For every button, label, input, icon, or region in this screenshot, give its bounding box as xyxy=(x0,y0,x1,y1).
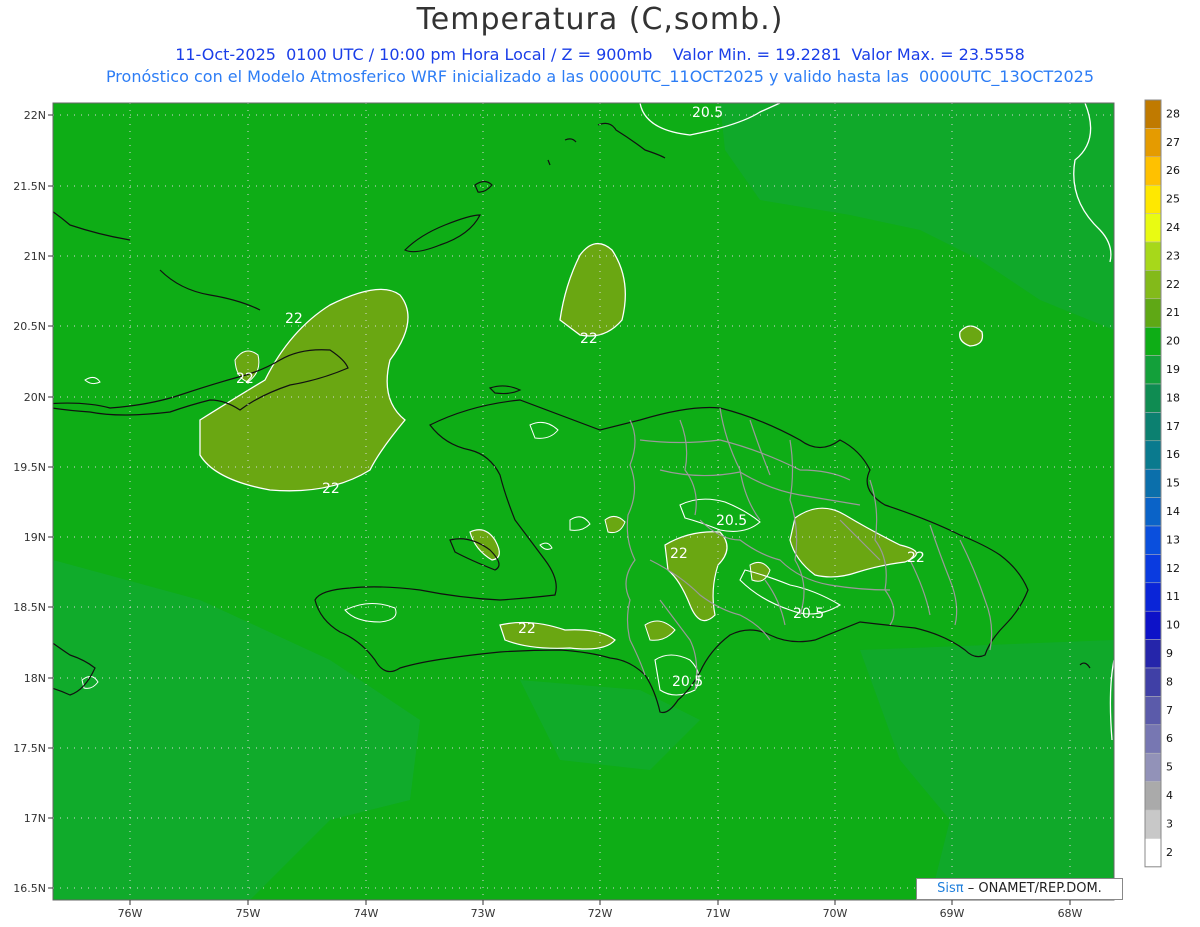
contour-label: 22 xyxy=(518,621,536,637)
latitude-axis: 22N 21.5N 21N 20.5N 20N 19.5N 19N 18.5N … xyxy=(13,109,53,895)
colorbar-label: 19 xyxy=(1166,363,1180,376)
lon-tick-label: 69W xyxy=(940,907,965,920)
colorbar-swatch xyxy=(1144,241,1162,271)
colorbar-swatch xyxy=(1144,213,1162,243)
colorbar-swatch xyxy=(1144,440,1162,470)
colorbar-swatch xyxy=(1144,99,1162,129)
lon-tick-label: 76W xyxy=(118,907,143,920)
colorbar-label: 3 xyxy=(1166,817,1173,830)
colorbar-swatch xyxy=(1144,696,1162,726)
colorbar-swatch xyxy=(1144,383,1162,413)
colorbar-swatch xyxy=(1144,412,1162,442)
lat-tick-label: 21.5N xyxy=(13,180,46,193)
lon-tick-label: 75W xyxy=(236,907,261,920)
contour-label: 22 xyxy=(285,311,303,327)
colorbar-label: 20 xyxy=(1166,335,1180,348)
colorbar-swatch xyxy=(1144,355,1162,385)
lon-tick-label: 70W xyxy=(823,907,848,920)
lon-tick-label: 74W xyxy=(354,907,379,920)
colorbar-swatch xyxy=(1144,128,1162,158)
colorbar-swatch xyxy=(1144,497,1162,527)
colorbar-swatch xyxy=(1144,270,1162,300)
temperature-map: 20.5 22 22 22 22 20.5 22 22 20.5 22 20.5… xyxy=(13,99,1180,920)
colorbar-label: 21 xyxy=(1166,306,1180,319)
colorbar-label: 15 xyxy=(1166,477,1180,490)
contour-label: 20.5 xyxy=(672,674,703,690)
temperature-field: 20.5 22 22 22 22 20.5 22 22 20.5 22 20.5 xyxy=(53,103,1114,900)
contour-label: 22 xyxy=(322,481,340,497)
lat-tick-label: 20.5N xyxy=(13,320,46,333)
lon-tick-label: 71W xyxy=(706,907,731,920)
colorbar-label: 24 xyxy=(1166,221,1180,234)
colorbar-swatch xyxy=(1144,468,1162,498)
colorbar-swatch xyxy=(1144,554,1162,584)
colorbar-swatch xyxy=(1144,156,1162,186)
colorbar-label: 16 xyxy=(1166,448,1180,461)
colorbar-swatch xyxy=(1144,610,1162,640)
contour-label: 20.5 xyxy=(793,606,824,622)
colorbar-swatch xyxy=(1144,667,1162,697)
longitude-axis: 76W 75W 74W 73W 72W 71W 70W 69W 68W xyxy=(118,900,1083,920)
lat-tick-label: 21N xyxy=(24,250,46,263)
lat-tick-label: 17.5N xyxy=(13,742,46,755)
contour-label: 22 xyxy=(670,546,688,562)
contour-label: 20.5 xyxy=(716,513,747,529)
credit-box: Sisπ – ONAMET/REP.DOM. xyxy=(916,878,1123,900)
lat-tick-label: 16.5N xyxy=(13,882,46,895)
colorbar-legend: 2827262524232221201918171615141312111098… xyxy=(1144,99,1180,868)
colorbar-swatch xyxy=(1144,298,1162,328)
lat-tick-label: 20N xyxy=(24,391,46,404)
colorbar-label: 4 xyxy=(1166,789,1173,802)
colorbar-swatch xyxy=(1144,326,1162,356)
contour-label: 22 xyxy=(580,331,598,347)
lon-tick-label: 73W xyxy=(471,907,496,920)
lat-tick-label: 19N xyxy=(24,531,46,544)
lon-tick-label: 68W xyxy=(1058,907,1083,920)
contour-label: 22 xyxy=(907,550,925,566)
colorbar-label: 12 xyxy=(1166,562,1180,575)
lon-tick-label: 72W xyxy=(588,907,613,920)
colorbar-swatch xyxy=(1144,781,1162,811)
colorbar-label: 5 xyxy=(1166,761,1173,774)
colorbar-label: 17 xyxy=(1166,420,1180,433)
colorbar-label: 13 xyxy=(1166,533,1180,546)
colorbar-label: 26 xyxy=(1166,164,1180,177)
colorbar-swatch xyxy=(1144,582,1162,612)
colorbar-swatch xyxy=(1144,724,1162,754)
colorbar-label: 7 xyxy=(1166,704,1173,717)
colorbar-swatch xyxy=(1144,809,1162,839)
colorbar-label: 27 xyxy=(1166,136,1180,149)
lat-tick-label: 17N xyxy=(24,812,46,825)
sis-logo-text: Sisπ xyxy=(937,881,964,896)
colorbar-label: 11 xyxy=(1166,590,1180,603)
lat-tick-label: 19.5N xyxy=(13,461,46,474)
colorbar-label: 23 xyxy=(1166,249,1180,262)
colorbar-swatch xyxy=(1144,525,1162,555)
lat-tick-label: 18.5N xyxy=(13,601,46,614)
colorbar-label: 2 xyxy=(1166,846,1173,859)
colorbar-label: 25 xyxy=(1166,193,1180,206)
colorbar-label: 28 xyxy=(1166,107,1180,120)
colorbar-label: 14 xyxy=(1166,505,1180,518)
colorbar-label: 22 xyxy=(1166,278,1180,291)
colorbar-swatch xyxy=(1144,184,1162,214)
colorbar-swatch xyxy=(1144,639,1162,669)
colorbar-label: 9 xyxy=(1166,647,1173,660)
contour-label: 20.5 xyxy=(692,105,723,121)
credit-text: – ONAMET/REP.DOM. xyxy=(967,881,1102,896)
colorbar-label: 10 xyxy=(1166,619,1180,632)
colorbar-label: 6 xyxy=(1166,732,1173,745)
colorbar-label: 18 xyxy=(1166,391,1180,404)
lat-tick-label: 22N xyxy=(24,109,46,122)
colorbar-swatch xyxy=(1144,752,1162,782)
contour-label: 22 xyxy=(236,371,254,387)
colorbar-swatch xyxy=(1144,838,1162,868)
lat-tick-label: 18N xyxy=(24,672,46,685)
colorbar-label: 8 xyxy=(1166,675,1173,688)
